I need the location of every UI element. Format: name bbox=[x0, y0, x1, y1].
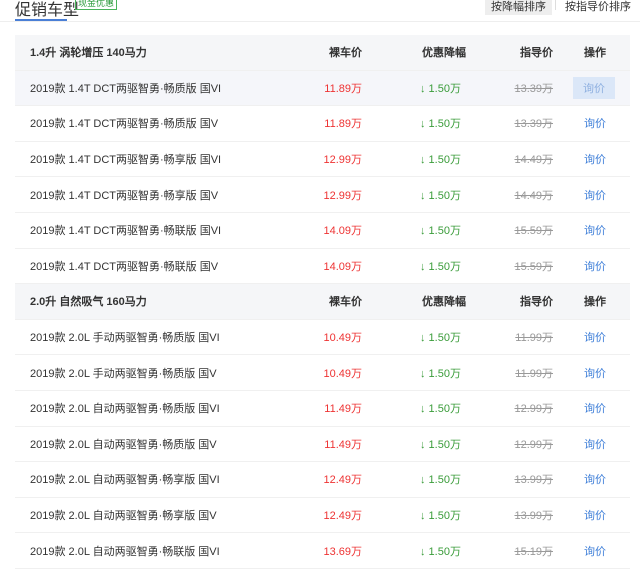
model-name: 2019款 2.0L 自动两驱智勇·畅享版 国VI bbox=[30, 474, 220, 487]
table-row: 2019款 2.0L 自动两驱智勇·畅享版 国VI 12.49万 ↓ 1.50万… bbox=[15, 462, 630, 498]
section-header: 促销车型 现金优惠 按降幅排序 按指导价排序 bbox=[0, 0, 640, 22]
engine-group-name: 1.4升 涡轮增压 140马力 bbox=[30, 47, 147, 60]
table-row: 2019款 2.0L 自动两驱智勇·畅质版 国V 11.49万 ↓ 1.50万 … bbox=[15, 427, 630, 463]
bare-price: 14.09万 bbox=[323, 260, 362, 273]
model-name: 2019款 2.0L 自动两驱智勇·畅质版 国VI bbox=[30, 403, 220, 416]
discount: ↓ 1.50万 bbox=[420, 545, 461, 558]
model-name: 2019款 1.4T DCT两驱智勇·畅质版 国VI bbox=[30, 82, 222, 95]
inquire-button[interactable]: 询价 bbox=[580, 365, 610, 381]
guide-price: 13.39万 bbox=[514, 82, 553, 95]
model-name: 2019款 2.0L 自动两驱智勇·畅享版 国V bbox=[30, 510, 217, 523]
discount: ↓ 1.50万 bbox=[420, 154, 461, 167]
guide-price: 13.99万 bbox=[514, 510, 553, 523]
guide-price: 14.49万 bbox=[514, 154, 553, 167]
guide-price: 12.99万 bbox=[514, 438, 553, 451]
bare-price: 11.49万 bbox=[324, 438, 362, 451]
guide-price: 15.59万 bbox=[514, 225, 553, 238]
model-name: 2019款 2.0L 自动两驱智勇·畅联版 国VI bbox=[30, 545, 220, 558]
guide-price: 11.99万 bbox=[515, 367, 553, 380]
guide-price: 14.49万 bbox=[514, 189, 553, 202]
table-row: 2019款 2.0L 手动两驱智勇·畅质版 国V 10.49万 ↓ 1.50万 … bbox=[15, 355, 630, 391]
guide-price: 15.59万 bbox=[514, 260, 553, 273]
guide-price: 12.99万 bbox=[514, 403, 553, 416]
table-row: 2019款 2.0L 自动两驱智勇·畅享版 国V 12.49万 ↓ 1.50万 … bbox=[15, 498, 630, 534]
bare-price: 12.49万 bbox=[323, 474, 362, 487]
guide-price: 13.99万 bbox=[514, 474, 553, 487]
discount: ↓ 1.50万 bbox=[420, 82, 461, 95]
inquire-button[interactable]: 询价 bbox=[580, 187, 610, 203]
inquire-button[interactable]: 询价 bbox=[580, 507, 610, 523]
cash-discount-badge: 现金优惠 bbox=[75, 0, 118, 10]
inquire-button[interactable]: 询价 bbox=[573, 76, 615, 99]
table-row: 2019款 2.0L 手动两驱智勇·畅质版 国VI 10.49万 ↓ 1.50万… bbox=[15, 320, 630, 356]
col-action: 操作 bbox=[584, 47, 606, 60]
promo-table: 1.4升 涡轮增压 140马力 裸车价 优惠降幅 指导价 操作 2019款 1.… bbox=[15, 35, 630, 569]
bare-price: 10.49万 bbox=[323, 367, 362, 380]
inquire-button[interactable]: 询价 bbox=[580, 222, 610, 238]
table-row: 2019款 1.4T DCT两驱智勇·畅享版 国VI 12.99万 ↓ 1.50… bbox=[15, 142, 630, 178]
bare-price: 11.49万 bbox=[324, 403, 362, 416]
table-row: 2019款 1.4T DCT两驱智勇·畅质版 国V 11.89万 ↓ 1.50万… bbox=[15, 106, 630, 142]
discount: ↓ 1.50万 bbox=[420, 332, 461, 345]
bare-price: 10.49万 bbox=[323, 332, 362, 345]
bare-price: 12.99万 bbox=[323, 154, 362, 167]
sort-by-discount-button[interactable]: 按降幅排序 bbox=[485, 0, 552, 15]
inquire-button[interactable]: 询价 bbox=[580, 151, 610, 167]
discount: ↓ 1.50万 bbox=[420, 225, 461, 238]
title-underline bbox=[15, 19, 67, 21]
bare-price: 12.49万 bbox=[323, 510, 362, 523]
table-row: 2019款 1.4T DCT两驱智勇·畅享版 国V 12.99万 ↓ 1.50万… bbox=[15, 177, 630, 213]
group-header: 1.4升 涡轮增压 140马力 裸车价 优惠降幅 指导价 操作 bbox=[15, 35, 630, 71]
discount: ↓ 1.50万 bbox=[420, 260, 461, 273]
model-name: 2019款 1.4T DCT两驱智勇·畅质版 国V bbox=[30, 118, 219, 131]
divider bbox=[555, 0, 556, 10]
inquire-button[interactable]: 询价 bbox=[580, 471, 610, 487]
inquire-button[interactable]: 询价 bbox=[580, 329, 610, 345]
model-name: 2019款 1.4T DCT两驱智勇·畅联版 国VI bbox=[30, 225, 222, 238]
discount: ↓ 1.50万 bbox=[420, 510, 461, 523]
model-name: 2019款 2.0L 手动两驱智勇·畅质版 国V bbox=[30, 367, 217, 380]
inquire-button[interactable]: 询价 bbox=[580, 400, 610, 416]
bare-price: 12.99万 bbox=[323, 189, 362, 202]
discount: ↓ 1.50万 bbox=[420, 367, 461, 380]
inquire-button[interactable]: 询价 bbox=[580, 436, 610, 452]
col-price: 裸车价 bbox=[329, 47, 362, 60]
bare-price: 11.89万 bbox=[324, 82, 362, 95]
inquire-button[interactable]: 询价 bbox=[580, 115, 610, 131]
discount: ↓ 1.50万 bbox=[420, 403, 461, 416]
guide-price: 13.39万 bbox=[514, 118, 553, 131]
bare-price: 11.89万 bbox=[324, 118, 362, 131]
col-discount: 优惠降幅 bbox=[422, 47, 466, 60]
model-name: 2019款 1.4T DCT两驱智勇·畅享版 国V bbox=[30, 189, 219, 202]
section-title: 促销车型 bbox=[15, 2, 80, 19]
guide-price: 11.99万 bbox=[515, 332, 553, 345]
table-row: 2019款 2.0L 自动两驱智勇·畅质版 国VI 11.49万 ↓ 1.50万… bbox=[15, 391, 630, 427]
inquire-button[interactable]: 询价 bbox=[580, 258, 610, 274]
guide-price: 15.19万 bbox=[514, 545, 553, 558]
table-row: 2019款 1.4T DCT两驱智勇·畅联版 国VI 14.09万 ↓ 1.50… bbox=[15, 213, 630, 249]
group-header: 2.0升 自然吸气 160马力 裸车价 优惠降幅 指导价 操作 bbox=[15, 284, 630, 320]
col-discount: 优惠降幅 bbox=[422, 296, 466, 309]
model-name: 2019款 1.4T DCT两驱智勇·畅享版 国VI bbox=[30, 154, 222, 167]
table-row: 2019款 1.4T DCT两驱智勇·畅质版 国VI 11.89万 ↓ 1.50… bbox=[15, 70, 630, 107]
discount: ↓ 1.50万 bbox=[420, 118, 461, 131]
bare-price: 14.09万 bbox=[323, 225, 362, 238]
table-row: 2019款 1.4T DCT两驱智勇·畅联版 国V 14.09万 ↓ 1.50万… bbox=[15, 249, 630, 285]
discount: ↓ 1.50万 bbox=[420, 474, 461, 487]
bare-price: 13.69万 bbox=[323, 545, 362, 558]
col-guide: 指导价 bbox=[520, 47, 553, 60]
sort-by-guide-price-button[interactable]: 按指导价排序 bbox=[559, 0, 637, 15]
model-name: 2019款 2.0L 手动两驱智勇·畅质版 国VI bbox=[30, 332, 220, 345]
col-action: 操作 bbox=[584, 296, 606, 309]
col-price: 裸车价 bbox=[329, 296, 362, 309]
engine-group-name: 2.0升 自然吸气 160马力 bbox=[30, 296, 147, 309]
inquire-button[interactable]: 询价 bbox=[580, 543, 610, 559]
model-name: 2019款 2.0L 自动两驱智勇·畅质版 国V bbox=[30, 438, 217, 451]
col-guide: 指导价 bbox=[520, 296, 553, 309]
discount: ↓ 1.50万 bbox=[420, 189, 461, 202]
model-name: 2019款 1.4T DCT两驱智勇·畅联版 国V bbox=[30, 260, 219, 273]
table-row: 2019款 2.0L 自动两驱智勇·畅联版 国VI 13.69万 ↓ 1.50万… bbox=[15, 533, 630, 569]
discount: ↓ 1.50万 bbox=[420, 438, 461, 451]
